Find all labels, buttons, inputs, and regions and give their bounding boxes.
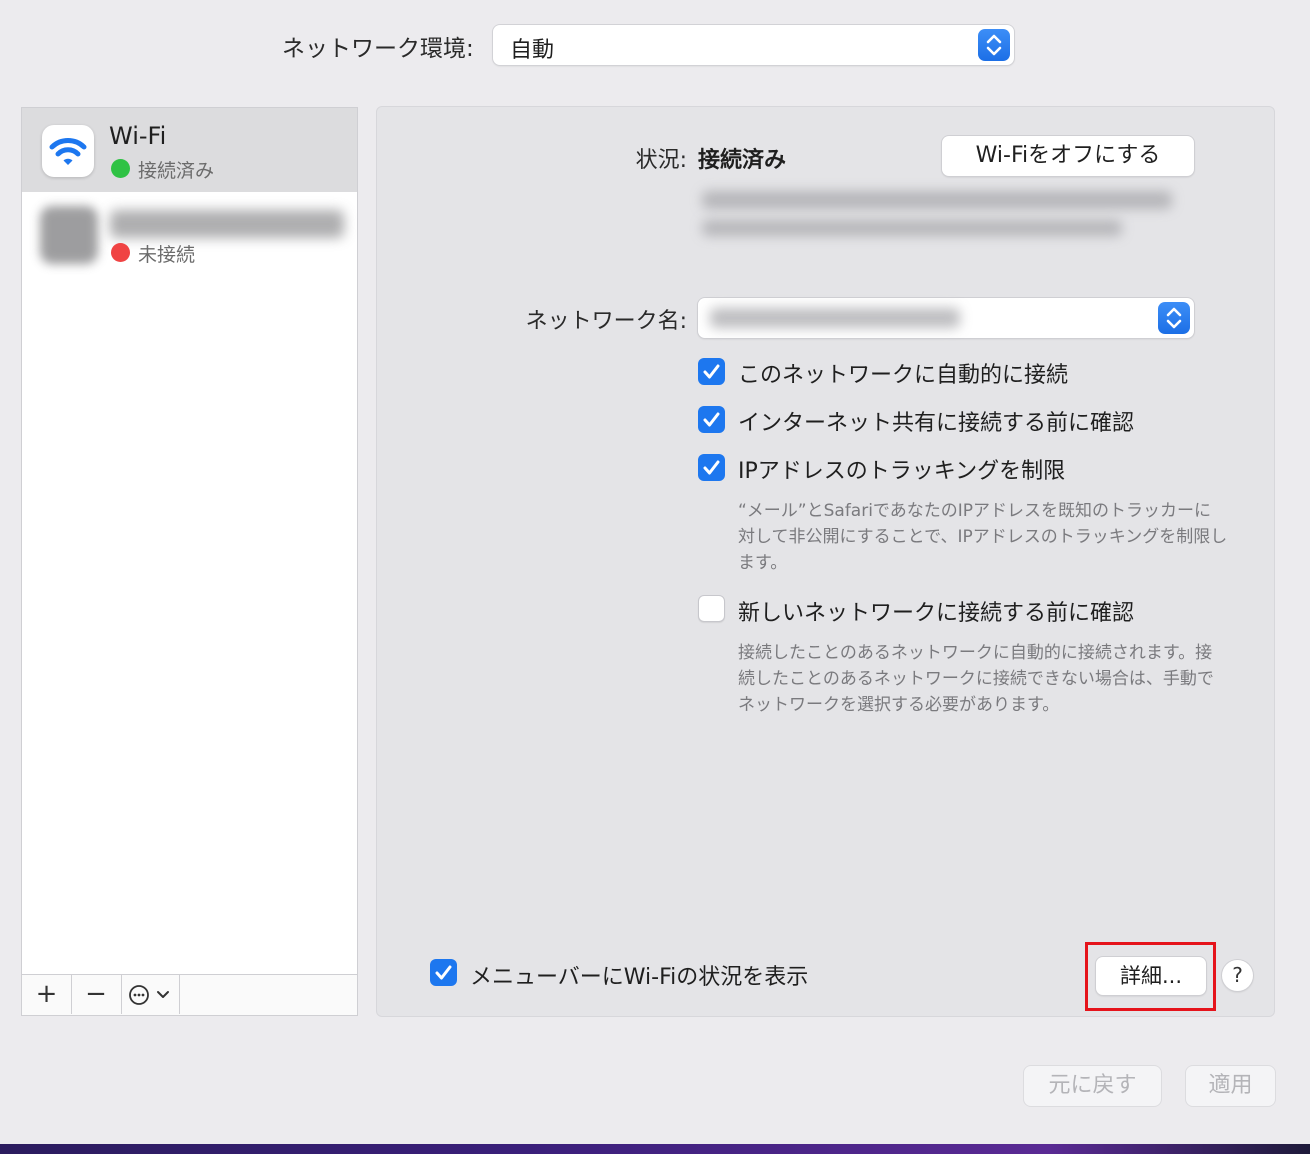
ask-new-networks-label: 新しいネットワークに接続する前に確認	[738, 601, 1135, 626]
status-detail-redacted	[702, 220, 1122, 236]
thunderbolt-bridge-icon	[40, 206, 98, 264]
show-in-menubar-label: メニューバーにWi-Fiの状況を表示	[470, 965, 809, 990]
status-dot-connected	[111, 159, 130, 178]
status-detail-redacted	[702, 191, 1172, 209]
ask-hotspot-label: インターネット共有に接続する前に確認	[738, 411, 1135, 436]
ask-new-networks-checkbox[interactable]	[698, 595, 725, 622]
auto-join-checkbox[interactable]	[698, 358, 725, 385]
chevron-updown-icon	[978, 29, 1010, 61]
highlight-box	[1085, 942, 1216, 1011]
service-item-thunderbolt-bridge[interactable]: 未接続	[22, 192, 357, 278]
network-location-value: 自動	[510, 38, 555, 63]
chevron-updown-icon	[1158, 302, 1190, 334]
service-list-toolbar: + −	[22, 974, 357, 1015]
help-button[interactable]: ?	[1222, 960, 1253, 991]
network-name-redacted	[710, 308, 960, 328]
status-label: 状況:	[635, 148, 687, 173]
apply-button[interactable]: 適用	[1186, 1066, 1275, 1106]
auto-join-label: このネットワークに自動的に接続	[738, 363, 1069, 388]
service-name-redacted	[110, 210, 344, 238]
service-status: 未接続	[138, 244, 196, 266]
network-location-select[interactable]: 自動	[493, 25, 1014, 65]
ellipsis-circle-icon	[129, 985, 169, 1005]
service-name: Wi-Fi	[109, 122, 167, 150]
revert-button[interactable]: 元に戻す	[1024, 1066, 1161, 1106]
service-list: Wi-Fi 接続済み 未接続 + −	[21, 107, 358, 1016]
wifi-icon	[42, 125, 94, 177]
service-status: 接続済み	[138, 160, 215, 182]
limit-ip-tracking-label: IPアドレスのトラッキングを制限	[738, 459, 1066, 484]
desktop-background-strip	[0, 1144, 1310, 1154]
status-dot-disconnected	[111, 243, 130, 262]
network-name-label: ネットワーク名:	[525, 309, 687, 334]
network-location-label: ネットワーク環境:	[282, 36, 474, 62]
wifi-settings-panel: 状況: 接続済み Wi-Fiをオフにする ネットワーク名: このネットワークに自…	[376, 106, 1275, 1017]
remove-service-button[interactable]: −	[71, 975, 122, 1014]
show-in-menubar-checkbox[interactable]	[430, 959, 457, 986]
wifi-off-button[interactable]: Wi-Fiをオフにする	[942, 136, 1194, 176]
add-service-button[interactable]: +	[22, 975, 72, 1014]
status-value: 接続済み	[698, 148, 787, 173]
limit-ip-tracking-checkbox[interactable]	[698, 454, 725, 481]
ask-new-networks-description: 接続したことのあるネットワークに自動的に接続されます。接続したことのあるネットワ…	[738, 643, 1214, 715]
service-item-wifi[interactable]: Wi-Fi 接続済み	[22, 108, 357, 192]
network-name-select[interactable]	[698, 298, 1194, 338]
action-menu-button[interactable]	[121, 975, 180, 1014]
limit-ip-tracking-description: “メール”とSafariであなたのIPアドレスを既知のトラッカーに対して非公開に…	[738, 501, 1228, 573]
ask-hotspot-checkbox[interactable]	[698, 406, 725, 433]
